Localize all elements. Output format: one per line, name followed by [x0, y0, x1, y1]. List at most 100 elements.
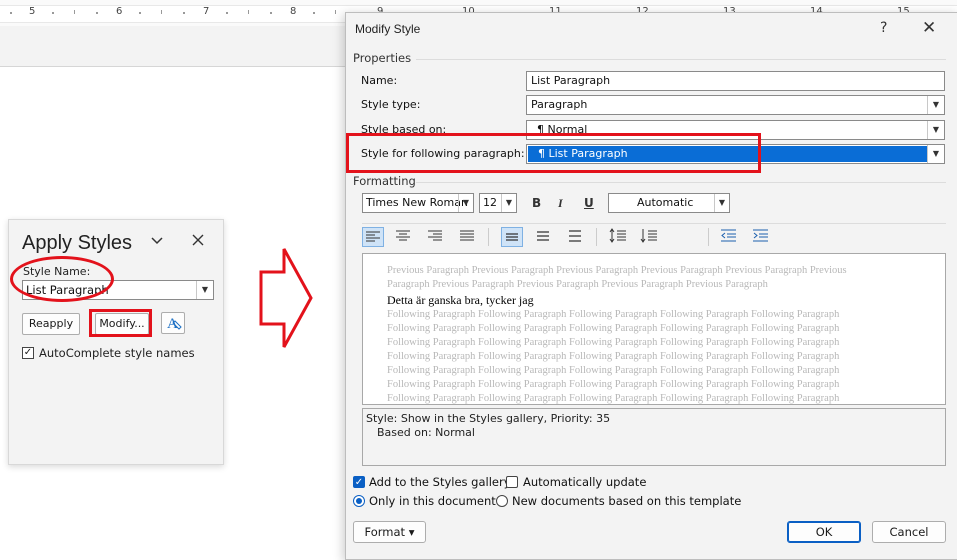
bold-button[interactable]: B [532, 196, 541, 210]
ruler-dot [10, 12, 12, 14]
only-this-document-label: Only in this document [369, 494, 496, 508]
description-line: Based on: Normal [377, 426, 475, 439]
section-divider [416, 59, 946, 60]
toolbar-separator [488, 228, 489, 246]
ok-button[interactable]: OK [787, 521, 861, 543]
auto-update-checkbox[interactable] [506, 476, 518, 488]
ruler-dot [139, 12, 141, 14]
chevron-down-icon[interactable]: ▼ [714, 194, 729, 212]
font-glyph: A [167, 316, 178, 332]
decrease-indent-icon[interactable] [718, 227, 740, 247]
toolbar-separator [708, 228, 709, 246]
align-right-icon[interactable] [425, 227, 447, 247]
add-to-gallery-checkbox[interactable]: ✓ [353, 476, 365, 488]
cancel-button[interactable]: Cancel [872, 521, 946, 543]
one-half-spacing-icon[interactable] [533, 227, 555, 247]
arrow-right-icon [259, 248, 313, 348]
ruler-tick [248, 10, 249, 14]
ruler-number: 5 [29, 6, 36, 17]
font-color-value: Automatic [637, 196, 694, 209]
ruler-number: 6 [116, 6, 123, 17]
close-icon[interactable] [191, 231, 205, 252]
font-size-value: 12 [483, 196, 497, 209]
new-documents-radio[interactable] [496, 495, 508, 507]
preview-following-line: Following Paragraph Following Paragraph … [387, 351, 840, 362]
ruler-dot [96, 12, 98, 14]
chevron-down-icon[interactable]: ▼ [927, 96, 944, 114]
preview-following-line: Following Paragraph Following Paragraph … [387, 337, 840, 348]
underline-button[interactable]: U [584, 196, 594, 210]
style-type-label: Style type: [361, 98, 421, 111]
description-line: Style: Show in the Styles gallery, Prior… [366, 412, 611, 425]
chevron-down-icon[interactable]: ▼ [927, 121, 944, 139]
ruler-tick [335, 10, 336, 14]
apply-styles-title: Apply Styles [22, 232, 133, 254]
style-description: Style: Show in the Styles gallery, Prior… [362, 408, 946, 466]
apply-styles-panel: Apply Styles Style Name: List Paragraph … [8, 219, 224, 465]
dialog-title: Modify Style [355, 22, 421, 36]
ruler-number: 7 [203, 6, 210, 17]
formatting-heading: Formatting [353, 174, 416, 188]
ruler-dot [270, 12, 272, 14]
style-type-select[interactable]: Paragraph ▼ [526, 95, 945, 115]
ruler-number: 8 [290, 6, 297, 17]
autocomplete-checkbox[interactable]: ✓ [22, 347, 34, 359]
double-spacing-icon[interactable] [565, 227, 587, 247]
ruler-dot [226, 12, 228, 14]
preview-previous-line: Previous Paragraph Previous Paragraph Pr… [387, 265, 847, 276]
autocomplete-label: AutoComplete style names [39, 346, 195, 360]
ruler-dot [52, 12, 54, 14]
style-type-value: Paragraph [531, 98, 588, 111]
italic-button[interactable]: I [558, 196, 563, 211]
chevron-down-icon[interactable]: ▼ [501, 194, 516, 212]
font-size-select[interactable]: 12 ▼ [479, 193, 517, 213]
ruler-dot [313, 12, 315, 14]
style-preview: Previous Paragraph Previous Paragraph Pr… [362, 253, 946, 405]
add-to-gallery-label: Add to the Styles gallery [369, 475, 511, 489]
preview-following-line: Following Paragraph Following Paragraph … [387, 379, 840, 390]
reapply-button[interactable]: Reapply [22, 313, 80, 335]
help-icon[interactable]: ? [880, 20, 887, 36]
chevron-down-icon[interactable]: ▼ [458, 194, 473, 212]
ruler-tick [74, 10, 75, 14]
ruler-tick [161, 10, 162, 14]
preview-following-line: Following Paragraph Following Paragraph … [387, 365, 840, 376]
font-name-select[interactable]: Times New Roman ▼ [362, 193, 474, 213]
auto-update-label: Automatically update [523, 475, 647, 489]
decrease-spacing-icon[interactable] [639, 227, 661, 247]
chevron-down-icon[interactable] [150, 234, 164, 250]
preview-following-line: Following Paragraph Following Paragraph … [387, 323, 840, 334]
preview-following-line: Following Paragraph Following Paragraph … [387, 309, 840, 320]
properties-heading: Properties [353, 51, 412, 65]
preview-following-line: Following Paragraph Following Paragraph … [387, 393, 840, 404]
toolbar-divider [362, 223, 946, 224]
toolbar-band [0, 26, 345, 67]
format-button[interactable]: Format ▾ [353, 521, 426, 543]
increase-indent-icon[interactable] [750, 227, 772, 247]
single-spacing-icon[interactable] [501, 227, 523, 247]
chevron-down-icon[interactable]: ▼ [927, 145, 944, 163]
name-field[interactable]: List Paragraph [526, 71, 945, 91]
styles-font-icon[interactable]: A [161, 312, 185, 334]
font-name-value: Times New Roman [366, 196, 468, 209]
dropdown-arrow-icon[interactable]: ▼ [196, 281, 213, 299]
only-this-document-radio[interactable] [353, 495, 365, 507]
name-label: Name: [361, 74, 398, 87]
preview-previous-line: Paragraph Previous Paragraph Previous Pa… [387, 279, 768, 290]
ruler-dot [183, 12, 185, 14]
font-color-select[interactable]: Automatic ▼ [608, 193, 730, 213]
justify-icon[interactable] [457, 227, 479, 247]
highlight-rectangle [346, 133, 761, 173]
align-center-icon[interactable] [393, 227, 415, 247]
close-icon[interactable]: ✕ [922, 18, 936, 38]
modify-style-dialog: Modify Style ? ✕ Properties Name: List P… [345, 12, 957, 560]
highlight-rectangle [89, 309, 152, 337]
name-value: List Paragraph [531, 74, 611, 87]
toolbar-separator [596, 228, 597, 246]
new-documents-label: New documents based on this template [512, 494, 742, 508]
section-divider [416, 182, 946, 183]
preview-sample-text: Detta är ganska bra, tycker jag [387, 293, 534, 307]
highlight-oval [10, 256, 114, 302]
increase-spacing-icon[interactable] [608, 227, 630, 247]
align-left-icon[interactable] [362, 227, 384, 247]
